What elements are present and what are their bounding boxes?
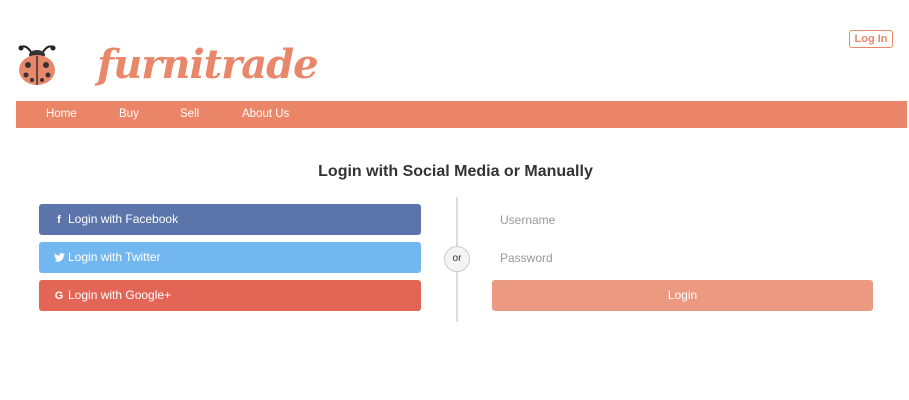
ladybug-icon xyxy=(18,45,56,85)
google-login-label: Login with Google+ xyxy=(68,288,172,302)
header-login-link[interactable]: Log In xyxy=(849,30,893,48)
password-input[interactable] xyxy=(491,242,873,273)
site-header: furnitrade Log In xyxy=(0,0,909,101)
or-separator: or xyxy=(444,246,470,272)
nav-item-sell[interactable]: Sell xyxy=(180,101,199,128)
facebook-login-label: Login with Facebook xyxy=(68,212,179,226)
page-title: Login with Social Media or Manually xyxy=(318,163,593,180)
nav-item-home[interactable]: Home xyxy=(46,101,77,128)
nav-item-buy[interactable]: Buy xyxy=(119,101,139,128)
brand-logo-text: furnitrade xyxy=(97,41,319,88)
twitter-icon xyxy=(52,243,66,274)
twitter-login-button[interactable]: Login with Twitter xyxy=(39,242,421,273)
username-input[interactable] xyxy=(491,204,873,235)
login-button[interactable]: Login xyxy=(492,280,873,311)
twitter-login-label: Login with Twitter xyxy=(68,250,161,264)
google-login-button[interactable]: G Login with Google+ xyxy=(39,280,421,311)
google-icon: G xyxy=(54,290,64,302)
facebook-icon: f xyxy=(57,214,61,226)
main-nav: Home Buy Sell About Us xyxy=(16,101,907,128)
nav-item-about-us[interactable]: About Us xyxy=(242,101,289,128)
facebook-login-button[interactable]: f Login with Facebook xyxy=(39,204,421,235)
